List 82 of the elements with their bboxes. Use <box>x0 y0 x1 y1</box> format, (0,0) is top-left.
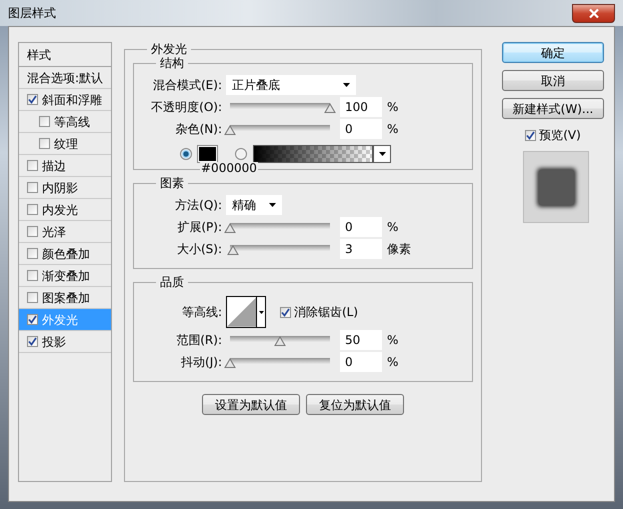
style-list-item[interactable]: 斜面和浮雕 <box>19 89 111 111</box>
unit-label: % <box>387 99 398 116</box>
checkbox[interactable] <box>27 182 38 193</box>
dropdown[interactable]: 精确 <box>226 195 282 215</box>
field-label: 抖动(J): <box>180 354 223 371</box>
caret-icon <box>258 310 264 314</box>
gradient-swatch[interactable] <box>253 145 373 163</box>
style-list-item[interactable]: 纹理 <box>19 133 111 155</box>
radio-button[interactable] <box>235 148 247 160</box>
unit-label: % <box>387 219 398 236</box>
number-field[interactable]: 100 <box>340 97 382 117</box>
slider-thumb[interactable] <box>224 223 236 233</box>
unit-label: % <box>387 121 398 138</box>
field-label: 大小(S): <box>176 241 223 258</box>
style-list-item[interactable]: 投影 <box>19 331 111 353</box>
contour-picker[interactable] <box>226 296 266 328</box>
color-hex-label: #000000 <box>200 162 258 175</box>
style-list-item[interactable]: 渐变叠加 <box>19 265 111 287</box>
slider-thumb[interactable] <box>227 245 239 255</box>
number-field[interactable]: 0 <box>340 352 382 372</box>
close-button[interactable] <box>572 4 615 22</box>
dropdown[interactable]: 正片叠底 <box>226 75 356 95</box>
style-list-item[interactable]: 混合选项:默认 <box>19 67 111 89</box>
default-button[interactable]: 设置为默认值 <box>202 394 300 415</box>
checkbox[interactable] <box>27 204 38 215</box>
preview-thumbnail <box>523 151 589 223</box>
slider-thumb[interactable] <box>224 358 236 368</box>
checkbox[interactable] <box>27 336 38 347</box>
checkbox-label: 消除锯齿(L) <box>294 304 358 321</box>
checkbox[interactable] <box>27 248 38 259</box>
checkbox[interactable] <box>39 116 50 127</box>
slider-thumb[interactable] <box>324 103 336 113</box>
close-icon <box>588 8 600 18</box>
checkbox-label: 预览(V) <box>539 127 581 144</box>
number-field[interactable]: 3 <box>340 239 382 259</box>
checkbox[interactable] <box>27 226 38 237</box>
list-header: 样式 <box>19 43 111 67</box>
dropdown-button[interactable] <box>373 145 391 163</box>
section-title: 外发光 <box>150 42 188 56</box>
radio-button[interactable] <box>180 148 192 160</box>
checkbox[interactable] <box>39 138 50 149</box>
field-label: 等高线: <box>180 304 223 321</box>
unit-label: % <box>387 332 398 349</box>
style-list-item[interactable]: 光泽 <box>19 221 111 243</box>
section-title: 图素 <box>159 176 185 190</box>
checkbox[interactable] <box>27 292 38 303</box>
section-title: 结构 <box>159 56 185 70</box>
style-list-item[interactable]: 内发光 <box>19 199 111 221</box>
unit-label: % <box>387 354 398 371</box>
dialog-button[interactable]: 新建样式(W)... <box>502 98 604 119</box>
checkbox[interactable] <box>525 130 536 140</box>
checkbox[interactable] <box>27 94 38 105</box>
caret-icon <box>343 83 350 87</box>
caret-icon <box>378 152 386 156</box>
caret-icon <box>269 203 276 207</box>
style-list-item[interactable]: 描边 <box>19 155 111 177</box>
number-field[interactable]: 0 <box>340 119 382 139</box>
field-label: 扩展(P): <box>176 219 223 236</box>
number-field[interactable]: 50 <box>340 330 382 350</box>
style-list-item[interactable]: 内阴影 <box>19 177 111 199</box>
field-label: 混合模式(E): <box>152 77 223 94</box>
style-list-item[interactable]: 颜色叠加 <box>19 243 111 265</box>
section-title: 品质 <box>159 275 185 289</box>
unit-label: 像素 <box>387 241 411 258</box>
dialog-button[interactable]: 确定 <box>502 42 604 63</box>
field-label: 方法(Q): <box>174 197 223 214</box>
default-button[interactable]: 复位为默认值 <box>306 394 404 415</box>
checkbox[interactable] <box>27 160 38 171</box>
field-label: 范围(R): <box>175 332 223 349</box>
slider-thumb[interactable] <box>224 125 236 135</box>
dialog-button[interactable]: 取消 <box>502 70 604 91</box>
color-swatch[interactable] <box>198 146 217 162</box>
contour-icon <box>227 297 256 327</box>
checkbox[interactable] <box>27 270 38 281</box>
field-label: 不透明度(O): <box>150 99 223 116</box>
checkbox[interactable] <box>280 306 291 318</box>
number-field[interactable]: 0 <box>340 217 382 237</box>
field-label: 杂色(N): <box>174 121 223 138</box>
style-list-item[interactable]: 等高线 <box>19 111 111 133</box>
window-title: 图层样式 <box>8 5 56 22</box>
checkbox[interactable] <box>27 314 38 325</box>
slider-thumb[interactable] <box>274 336 286 346</box>
